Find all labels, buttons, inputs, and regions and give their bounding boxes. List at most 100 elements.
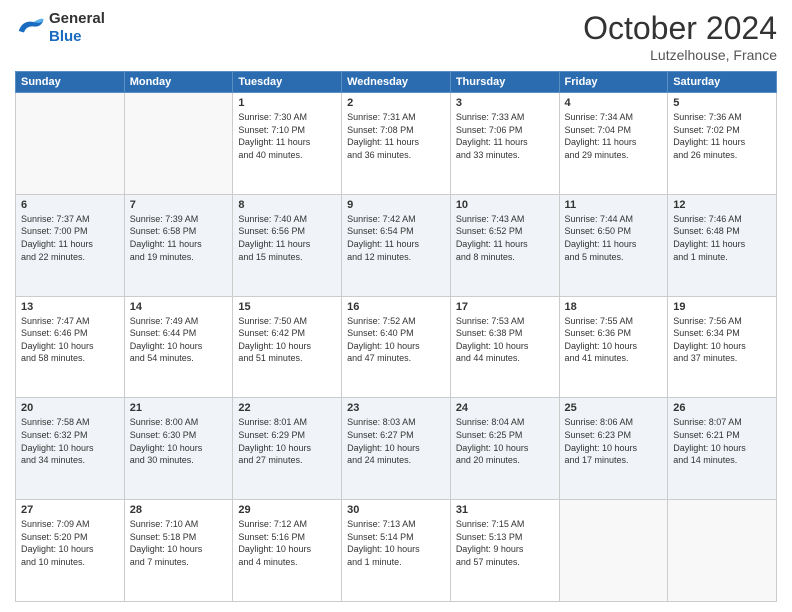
calendar-cell: 12 Sunrise: 7:46 AM Sunset: 6:48 PM Dayli… xyxy=(668,194,777,296)
day-number: 12 xyxy=(673,199,771,211)
day-number: 6 xyxy=(21,199,119,211)
week-row: 13 Sunrise: 7:47 AM Sunset: 6:46 PM Dayli… xyxy=(16,296,777,398)
day-info: Sunrise: 7:58 AM Sunset: 6:32 PM Dayligh… xyxy=(21,416,119,466)
calendar-cell: 24 Sunrise: 8:04 AM Sunset: 6:25 PM Dayli… xyxy=(450,398,559,500)
calendar-cell: 3 Sunrise: 7:33 AM Sunset: 7:06 PM Daylig… xyxy=(450,93,559,195)
day-info: Sunrise: 8:04 AM Sunset: 6:25 PM Dayligh… xyxy=(456,416,554,466)
col-header-wednesday: Wednesday xyxy=(342,72,451,93)
calendar-cell: 9 Sunrise: 7:42 AM Sunset: 6:54 PM Daylig… xyxy=(342,194,451,296)
month-title: October 2024 xyxy=(583,10,777,47)
day-number: 13 xyxy=(21,301,119,313)
calendar-cell: 15 Sunrise: 7:50 AM Sunset: 6:42 PM Dayli… xyxy=(233,296,342,398)
calendar-cell: 21Sunrise: 8:00 AM Sunset: 6:30 PM Dayli… xyxy=(124,398,233,500)
calendar-cell xyxy=(668,500,777,602)
day-info: Sunrise: 7:46 AM Sunset: 6:48 PM Dayligh… xyxy=(673,213,771,263)
day-number: 21 xyxy=(130,402,228,414)
week-row: 27 Sunrise: 7:09 AM Sunset: 5:20 PM Dayli… xyxy=(16,500,777,602)
col-header-thursday: Thursday xyxy=(450,72,559,93)
day-info: Sunrise: 8:03 AM Sunset: 6:27 PM Dayligh… xyxy=(347,416,445,466)
calendar-cell: 1Sunrise: 7:30 AM Sunset: 7:10 PM Daylig… xyxy=(233,93,342,195)
day-number: 18 xyxy=(565,301,663,313)
day-number: 20 xyxy=(21,402,119,414)
day-number: 19 xyxy=(673,301,771,313)
day-info: Sunrise: 7:47 AM Sunset: 6:46 PM Dayligh… xyxy=(21,315,119,365)
day-info: Sunrise: 7:42 AM Sunset: 6:54 PM Dayligh… xyxy=(347,213,445,263)
calendar-cell: 20 Sunrise: 7:58 AM Sunset: 6:32 PM Dayli… xyxy=(16,398,125,500)
day-info: Sunrise: 8:06 AM Sunset: 6:23 PM Dayligh… xyxy=(565,416,663,466)
title-block: October 2024 Lutzelhouse, France xyxy=(583,10,777,63)
calendar-cell: 7 Sunrise: 7:39 AM Sunset: 6:58 PM Daylig… xyxy=(124,194,233,296)
day-number: 7 xyxy=(130,199,228,211)
calendar-table: SundayMondayTuesdayWednesdayThursdayFrid… xyxy=(15,71,777,602)
calendar-cell: 19Sunrise: 7:56 AM Sunset: 6:34 PM Dayli… xyxy=(668,296,777,398)
calendar-cell: 29 Sunrise: 7:12 AM Sunset: 5:16 PM Dayli… xyxy=(233,500,342,602)
day-info: Sunrise: 7:49 AM Sunset: 6:44 PM Dayligh… xyxy=(130,315,228,365)
day-info: Sunrise: 7:43 AM Sunset: 6:52 PM Dayligh… xyxy=(456,213,554,263)
logo-general: General xyxy=(49,10,105,27)
day-number: 26 xyxy=(673,402,771,414)
calendar-cell: 17 Sunrise: 7:53 AM Sunset: 6:38 PM Dayli… xyxy=(450,296,559,398)
calendar-cell: 14 Sunrise: 7:49 AM Sunset: 6:44 PM Dayli… xyxy=(124,296,233,398)
day-info: Sunrise: 7:33 AM Sunset: 7:06 PM Dayligh… xyxy=(456,111,554,161)
col-header-tuesday: Tuesday xyxy=(233,72,342,93)
calendar-cell: 27 Sunrise: 7:09 AM Sunset: 5:20 PM Dayli… xyxy=(16,500,125,602)
day-number: 17 xyxy=(456,301,554,313)
page: General Blue October 2024 Lutzelhouse, F… xyxy=(0,0,792,612)
day-number: 27 xyxy=(21,504,119,516)
calendar-cell: 13 Sunrise: 7:47 AM Sunset: 6:46 PM Dayli… xyxy=(16,296,125,398)
calendar-cell: 30 Sunrise: 7:13 AM Sunset: 5:14 PM Dayli… xyxy=(342,500,451,602)
day-number: 15 xyxy=(238,301,336,313)
day-info: Sunrise: 7:55 AM Sunset: 6:36 PM Dayligh… xyxy=(565,315,663,365)
day-number: 16 xyxy=(347,301,445,313)
day-number: 9 xyxy=(347,199,445,211)
day-info: Sunrise: 7:30 AM Sunset: 7:10 PM Dayligh… xyxy=(238,111,336,161)
calendar-cell: 5 Sunrise: 7:36 AM Sunset: 7:02 PM Daylig… xyxy=(668,93,777,195)
day-number: 29 xyxy=(238,504,336,516)
day-info: Sunrise: 7:10 AM Sunset: 5:18 PM Dayligh… xyxy=(130,518,228,568)
week-row: 20 Sunrise: 7:58 AM Sunset: 6:32 PM Dayli… xyxy=(16,398,777,500)
logo: General Blue xyxy=(15,10,105,46)
day-info: Sunrise: 7:15 AM Sunset: 5:13 PM Dayligh… xyxy=(456,518,554,568)
day-number: 24 xyxy=(456,402,554,414)
week-row: 1Sunrise: 7:30 AM Sunset: 7:10 PM Daylig… xyxy=(16,93,777,195)
header: General Blue October 2024 Lutzelhouse, F… xyxy=(15,10,777,63)
day-info: Sunrise: 7:13 AM Sunset: 5:14 PM Dayligh… xyxy=(347,518,445,568)
day-info: Sunrise: 7:40 AM Sunset: 6:56 PM Dayligh… xyxy=(238,213,336,263)
day-info: Sunrise: 7:50 AM Sunset: 6:42 PM Dayligh… xyxy=(238,315,336,365)
day-info: Sunrise: 7:09 AM Sunset: 5:20 PM Dayligh… xyxy=(21,518,119,568)
day-number: 2 xyxy=(347,97,445,109)
calendar-cell: 10Sunrise: 7:43 AM Sunset: 6:52 PM Dayli… xyxy=(450,194,559,296)
day-number: 23 xyxy=(347,402,445,414)
col-header-friday: Friday xyxy=(559,72,668,93)
day-info: Sunrise: 7:31 AM Sunset: 7:08 PM Dayligh… xyxy=(347,111,445,161)
day-number: 25 xyxy=(565,402,663,414)
day-info: Sunrise: 8:07 AM Sunset: 6:21 PM Dayligh… xyxy=(673,416,771,466)
calendar-cell xyxy=(16,93,125,195)
day-number: 8 xyxy=(238,199,336,211)
logo-blue: Blue xyxy=(49,28,82,45)
day-info: Sunrise: 7:52 AM Sunset: 6:40 PM Dayligh… xyxy=(347,315,445,365)
day-info: Sunrise: 7:34 AM Sunset: 7:04 PM Dayligh… xyxy=(565,111,663,161)
col-header-sunday: Sunday xyxy=(16,72,125,93)
day-info: Sunrise: 7:12 AM Sunset: 5:16 PM Dayligh… xyxy=(238,518,336,568)
calendar-cell: 18 Sunrise: 7:55 AM Sunset: 6:36 PM Dayli… xyxy=(559,296,668,398)
calendar-cell: 11Sunrise: 7:44 AM Sunset: 6:50 PM Dayli… xyxy=(559,194,668,296)
calendar-cell: 6Sunrise: 7:37 AM Sunset: 7:00 PM Daylig… xyxy=(16,194,125,296)
calendar-cell: 16 Sunrise: 7:52 AM Sunset: 6:40 PM Dayli… xyxy=(342,296,451,398)
week-row: 6Sunrise: 7:37 AM Sunset: 7:00 PM Daylig… xyxy=(16,194,777,296)
col-header-monday: Monday xyxy=(124,72,233,93)
calendar-header-row: SundayMondayTuesdayWednesdayThursdayFrid… xyxy=(16,72,777,93)
day-number: 3 xyxy=(456,97,554,109)
day-info: Sunrise: 7:36 AM Sunset: 7:02 PM Dayligh… xyxy=(673,111,771,161)
calendar-cell: 2 Sunrise: 7:31 AM Sunset: 7:08 PM Daylig… xyxy=(342,93,451,195)
day-number: 11 xyxy=(565,199,663,211)
day-number: 14 xyxy=(130,301,228,313)
day-info: Sunrise: 7:39 AM Sunset: 6:58 PM Dayligh… xyxy=(130,213,228,263)
day-number: 30 xyxy=(347,504,445,516)
calendar-cell: 25 Sunrise: 8:06 AM Sunset: 6:23 PM Dayli… xyxy=(559,398,668,500)
day-info: Sunrise: 7:53 AM Sunset: 6:38 PM Dayligh… xyxy=(456,315,554,365)
calendar-cell: 4Sunrise: 7:34 AM Sunset: 7:04 PM Daylig… xyxy=(559,93,668,195)
day-number: 31 xyxy=(456,504,554,516)
day-number: 5 xyxy=(673,97,771,109)
logo-icon xyxy=(15,16,45,40)
